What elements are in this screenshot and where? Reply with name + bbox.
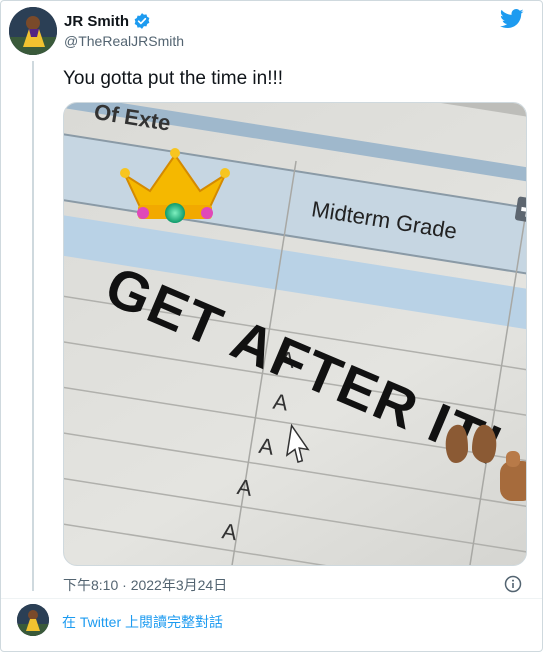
author-handle[interactable]: @TheRealJRSmith — [64, 33, 184, 49]
read-full-conversation-link[interactable]: 在 Twitter 上閱讀完整對話 — [62, 612, 223, 632]
info-icon[interactable] — [504, 575, 522, 593]
twitter-bird-icon[interactable] — [500, 9, 524, 29]
tweet-timestamp[interactable]: 下午8:10 · 2022年3月24日 — [63, 575, 227, 595]
thread-line — [32, 61, 34, 591]
tweet-text: You gotta put the time in!!! — [63, 68, 284, 89]
footer-avatar[interactable] — [17, 604, 49, 636]
author-name[interactable]: JR Smith — [64, 13, 129, 30]
footer-divider — [1, 598, 542, 599]
author-name-row[interactable]: JR Smith — [64, 12, 151, 30]
author-avatar[interactable] — [9, 7, 57, 55]
tweet-media-photo[interactable]: Of Exte Midterm Grade F A A A A A — [63, 102, 527, 566]
verified-badge-icon — [134, 13, 150, 29]
tweet-card: JR Smith @TheRealJRSmith You gotta put t… — [0, 0, 543, 652]
